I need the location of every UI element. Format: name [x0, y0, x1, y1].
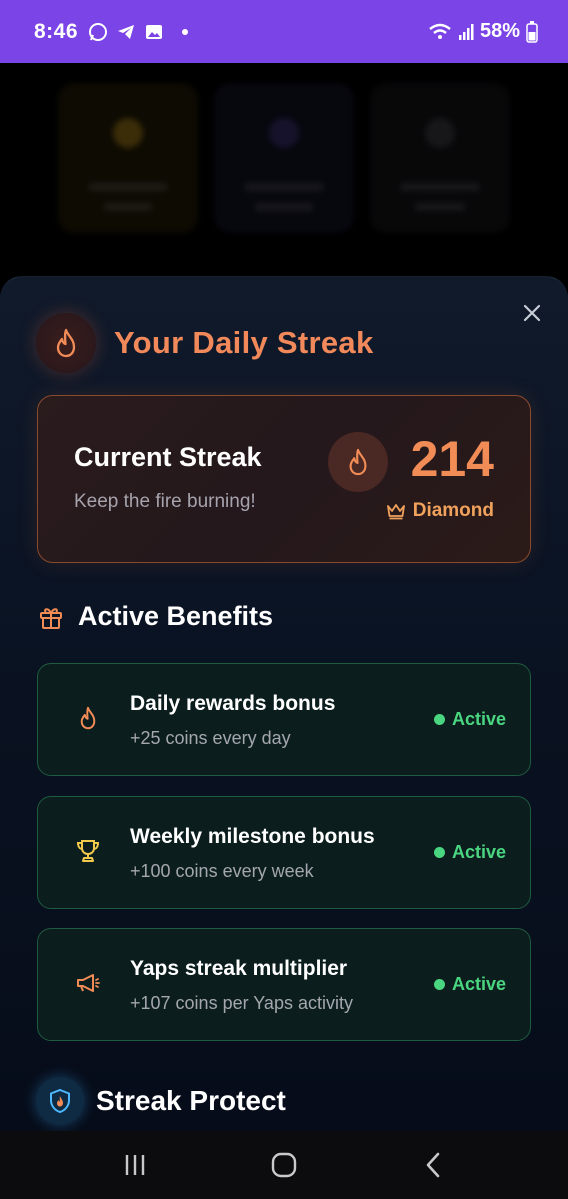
megaphone-icon — [77, 974, 100, 992]
battery-percent: 58% — [479, 20, 520, 42]
sheet-header: Your Daily Streak — [36, 313, 374, 373]
flame-icon — [80, 706, 96, 730]
benefit-title: Weekly milestone bonus — [130, 825, 375, 848]
benefits-header: Active Benefits — [38, 601, 273, 632]
status-dot — [433, 847, 445, 858]
current-streak-card: Current Streak Keep the fire burning! 21… — [37, 395, 531, 563]
header-flame-badge — [36, 313, 96, 373]
recent-apps-button[interactable] — [105, 1140, 165, 1190]
benefits-title: Active Benefits — [78, 601, 274, 631]
background-card — [58, 83, 198, 233]
recent-apps-icon — [125, 1155, 144, 1175]
benefit-subtitle: +25 coins every day — [130, 728, 291, 748]
benefit-title: Daily rewards bonus — [130, 692, 336, 715]
wifi-icon — [429, 23, 451, 39]
status-label: Active — [451, 974, 506, 994]
home-icon — [271, 1152, 297, 1178]
status-label: Active — [451, 842, 506, 862]
gallery-icon — [146, 24, 163, 39]
flame-icon — [349, 448, 367, 476]
streak-flame-badge — [328, 432, 388, 492]
home-button[interactable] — [254, 1140, 314, 1190]
battery-icon — [526, 20, 538, 43]
more-notifications-dot — [182, 28, 189, 35]
flame-icon — [56, 328, 76, 358]
status-badge: Active — [433, 709, 506, 730]
close-button[interactable] — [520, 301, 544, 325]
shield-flame-icon — [50, 1088, 70, 1114]
gift-icon — [40, 607, 62, 629]
streak-count: 214 — [410, 431, 494, 487]
signal-icon — [458, 23, 474, 40]
status-label: Active — [451, 709, 506, 729]
background-card — [214, 83, 354, 233]
benefit-subtitle: +100 coins every week — [130, 861, 314, 881]
status-dot — [433, 714, 445, 725]
whatsapp-icon — [89, 22, 108, 41]
background-dimmed-content — [0, 63, 568, 283]
status-dot — [433, 979, 445, 990]
background-card — [370, 83, 510, 233]
benefit-subtitle: +107 coins per Yaps activity — [130, 993, 353, 1013]
back-icon — [427, 1152, 440, 1178]
streak-protect-header: Streak Protect — [36, 1077, 286, 1125]
benefit-card-yaps[interactable]: Yaps streak multiplier +107 coins per Ya… — [37, 928, 531, 1041]
streak-tier-badge: Diamond — [386, 500, 494, 522]
system-nav-bar — [0, 1131, 568, 1199]
status-badge: Active — [433, 842, 506, 863]
close-icon — [523, 304, 541, 322]
crown-icon — [386, 504, 405, 520]
streak-subtitle: Keep the fire burning! — [74, 491, 256, 512]
status-bar: 8:46 58% — [0, 0, 568, 63]
streak-tier-label: Diamond — [412, 500, 494, 521]
benefit-card-weekly[interactable]: Weekly milestone bonus +100 coins every … — [37, 796, 531, 909]
status-badge: Active — [433, 974, 506, 995]
status-time: 8:46 — [34, 19, 79, 43]
notification-icons — [88, 22, 189, 42]
streak-protect-title: Streak Protect — [96, 1085, 286, 1116]
streak-sheet: Your Daily Streak Current Streak Keep th… — [0, 276, 568, 1131]
trophy-icon — [76, 840, 100, 862]
protect-badge — [36, 1077, 84, 1125]
benefit-card-daily[interactable]: Daily rewards bonus +25 coins every day … — [37, 663, 531, 776]
sheet-title: Your Daily Streak — [114, 325, 374, 360]
benefit-title: Yaps streak multiplier — [130, 957, 348, 980]
streak-title: Current Streak — [74, 442, 262, 472]
telegram-icon — [118, 24, 135, 39]
status-right: 58% — [428, 20, 538, 43]
back-button[interactable] — [403, 1140, 463, 1190]
